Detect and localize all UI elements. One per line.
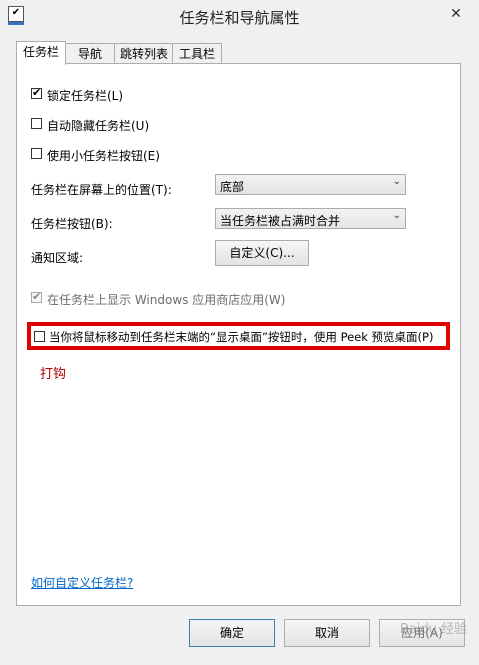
location-label: 任务栏在屏幕上的位置(T): [31,183,172,197]
location-select[interactable]: 底部 ⌄ [215,174,406,195]
cancel-button[interactable]: 取消 [284,619,370,647]
peek-label: 当你将鼠标移动到任务栏末端的“显示桌面”按钮时，使用 Peek 预览桌面(P) [49,330,434,344]
small-buttons-checkbox[interactable] [31,148,42,159]
peek-checkbox[interactable] [34,331,45,342]
notification-label: 通知区域: [31,251,84,265]
small-buttons-label: 使用小任务栏按钮(E) [47,149,160,163]
store-apps-label: 在任务栏上显示 Windows 应用商店应用(W) [47,293,286,307]
ok-button[interactable]: 确定 [189,619,275,647]
lock-taskbar-label: 锁定任务栏(L) [47,89,124,103]
buttons-combine-label: 任务栏按钮(B): [31,217,113,231]
store-apps-checkbox [31,290,42,303]
buttons-combine-value: 当任务栏被占满时合并 [220,214,341,228]
customize-notification-button[interactable]: 自定义(C)... [215,240,309,266]
autohide-label: 自动隐藏任务栏(U) [47,119,150,133]
chevron-down-icon: ⌄ [392,210,401,221]
buttons-combine-select[interactable]: 当任务栏被占满时合并 ⌄ [215,208,406,229]
autohide-checkbox[interactable] [31,118,42,129]
highlight-box: 当你将鼠标移动到任务栏末端的“显示桌面”按钮时，使用 Peek 预览桌面(P) [27,322,450,350]
chevron-down-icon: ⌄ [392,176,401,187]
help-link[interactable]: 如何自定义任务栏? [31,574,133,591]
lock-taskbar-checkbox[interactable] [31,86,42,99]
annotation-text: 打钩 [40,367,67,382]
location-value: 底部 [220,180,245,194]
watermark: Baidu 经验 [399,622,467,637]
